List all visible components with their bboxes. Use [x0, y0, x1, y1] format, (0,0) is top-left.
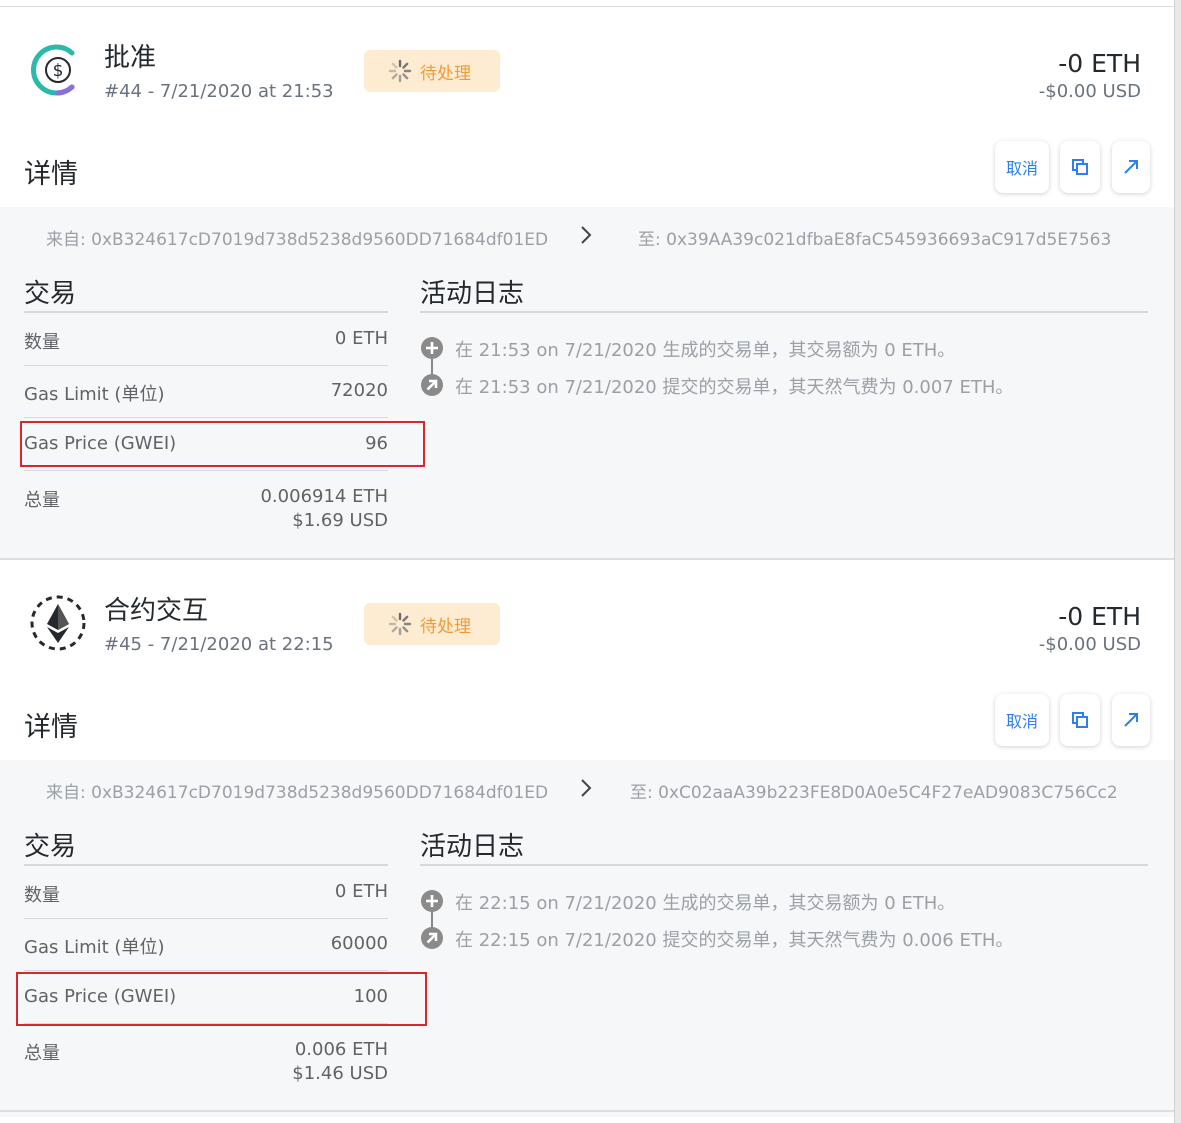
activity-log-entry: 在 22:15 on 7/21/2020 生成的交易单，其交易额为 0 ETH。 — [420, 888, 1160, 914]
quantity-value: 0 ETH — [334, 881, 388, 902]
transaction-title: 批准 — [104, 43, 157, 73]
status-badge: 待处理 — [364, 50, 500, 92]
to-address[interactable]: 至: 0xC02aaA39b223FE8D0A0e5C4F27eAD9083C7… — [630, 778, 1118, 803]
total-usd: $1.46 USD — [292, 1063, 388, 1084]
plus-circle-icon — [421, 337, 443, 359]
gas-limit-value: 72020 — [330, 380, 388, 401]
transaction-subtitle: #44 - 7/21/2020 at 21:53 — [104, 81, 334, 102]
status-badge-label: 待处理 — [420, 63, 471, 84]
gas-limit-label: Gas Limit (单位) — [24, 937, 165, 958]
total-row: 总量 0.006914 ETH $1.69 USD — [24, 472, 388, 542]
divider — [24, 864, 388, 866]
quantity-value: 0 ETH — [334, 328, 388, 349]
amount-usd: -$0.00 USD — [1038, 81, 1141, 102]
activity-log-heading: 活动日志 — [420, 832, 525, 862]
transaction-title: 合约交互 — [104, 596, 209, 626]
status-badge-label: 待处理 — [420, 616, 471, 637]
activity-log-heading: 活动日志 — [420, 279, 525, 309]
transaction-section-heading: 交易 — [24, 832, 77, 862]
total-label: 总量 — [24, 1043, 60, 1064]
activity-log-text: 在 22:15 on 7/21/2020 生成的交易单，其交易额为 0 ETH。 — [455, 893, 956, 914]
copy-icon — [1072, 159, 1088, 175]
transaction-header[interactable]: 合约交互 #45 - 7/21/2020 at 22:15 待处理 -0 ETH… — [0, 560, 1174, 760]
transaction-subtitle: #45 - 7/21/2020 at 22:15 — [104, 634, 334, 655]
usdc-approve-icon: $ — [28, 41, 86, 99]
total-eth: 0.006 ETH — [294, 1039, 388, 1060]
divider — [24, 311, 388, 313]
gas-limit-label: Gas Limit (单位) — [24, 384, 165, 405]
cancel-button[interactable]: 取消 — [995, 141, 1049, 193]
amount-eth: -0 ETH — [1058, 602, 1141, 631]
total-label: 总量 — [24, 490, 60, 511]
total-usd: $1.69 USD — [292, 510, 388, 531]
ethereum-icon — [28, 594, 86, 652]
plus-circle-icon — [421, 890, 443, 912]
activity-log-text: 在 22:15 on 7/21/2020 提交的交易单，其天然气费为 0.006… — [455, 930, 1014, 951]
chevron-right-icon — [581, 779, 592, 797]
activity-log-text: 在 21:53 on 7/21/2020 生成的交易单，其交易额为 0 ETH。 — [455, 340, 956, 361]
divider — [420, 311, 1148, 313]
to-address[interactable]: 至: 0x39AA39c021dfbaE8faC545936693aC917d5… — [638, 225, 1111, 250]
arrow-up-right-circle-icon — [421, 927, 443, 949]
divider — [0, 1110, 1174, 1112]
spinner-icon — [388, 612, 412, 636]
divider — [24, 970, 388, 971]
quantity-row: 数量 0 ETH — [24, 867, 388, 919]
copy-icon — [1072, 712, 1088, 728]
divider — [420, 864, 1148, 866]
activity-log-entry: 在 21:53 on 7/21/2020 生成的交易单，其交易额为 0 ETH。 — [420, 335, 1160, 361]
from-address[interactable]: 来自: 0xB324617cD7019d738d5238d9560DD71684… — [46, 778, 548, 803]
transaction-section-heading: 交易 — [24, 279, 77, 309]
divider — [24, 470, 388, 471]
chevron-right-icon — [581, 226, 592, 244]
cancel-button[interactable]: 取消 — [995, 694, 1049, 746]
open-explorer-button[interactable] — [1112, 141, 1150, 193]
arrow-up-right-circle-icon — [421, 374, 443, 396]
spinner-icon — [388, 59, 412, 83]
svg-text:$: $ — [53, 61, 64, 81]
gas-price-highlight-box — [16, 972, 427, 1026]
total-row: 总量 0.006 ETH $1.46 USD — [24, 1025, 388, 1095]
from-address[interactable]: 来自: 0xB324617cD7019d738d5238d9560DD71684… — [46, 225, 548, 250]
gas-limit-row: Gas Limit (单位) 60000 — [24, 919, 388, 971]
open-explorer-button[interactable] — [1112, 694, 1150, 746]
copy-button[interactable] — [1060, 141, 1100, 193]
details-heading: 详情 — [24, 712, 78, 743]
details-heading: 详情 — [24, 159, 78, 190]
amount-eth: -0 ETH — [1058, 49, 1141, 78]
gas-limit-row: Gas Limit (单位) 72020 — [24, 366, 388, 418]
status-badge: 待处理 — [364, 603, 500, 645]
copy-button[interactable] — [1060, 694, 1100, 746]
scrollbar-track[interactable] — [1174, 0, 1181, 1123]
transaction-details-panel: 来自: 0xB324617cD7019d738d5238d9560DD71684… — [0, 207, 1174, 564]
total-eth: 0.006914 ETH — [260, 486, 388, 507]
quantity-row: 数量 0 ETH — [24, 314, 388, 366]
external-link-icon — [1124, 713, 1138, 727]
activity-log-entry: 在 21:53 on 7/21/2020 提交的交易单，其天然气费为 0.007… — [420, 372, 1160, 398]
activity-log-entry: 在 22:15 on 7/21/2020 提交的交易单，其天然气费为 0.006… — [420, 925, 1160, 951]
quantity-label: 数量 — [24, 885, 60, 906]
transaction-header[interactable]: $ 批准 #44 - 7/21/2020 at 21:53 待处理 -0 ETH — [0, 7, 1174, 207]
amount-usd: -$0.00 USD — [1038, 634, 1141, 655]
external-link-icon — [1124, 160, 1138, 174]
gas-limit-value: 60000 — [330, 933, 388, 954]
divider — [24, 417, 388, 418]
quantity-label: 数量 — [24, 332, 60, 353]
gas-price-highlight-box — [20, 421, 425, 467]
activity-log-text: 在 21:53 on 7/21/2020 提交的交易单，其天然气费为 0.007… — [455, 377, 1014, 398]
transaction-details-panel: 来自: 0xB324617cD7019d738d5238d9560DD71684… — [0, 760, 1174, 1117]
